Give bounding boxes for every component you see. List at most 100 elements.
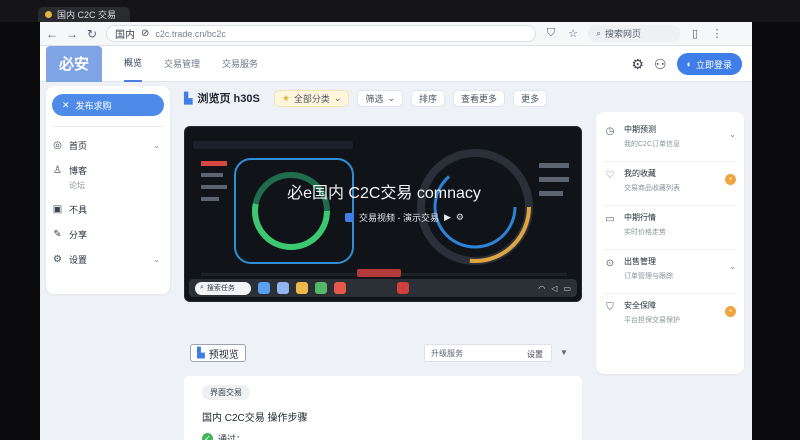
app-red-icon[interactable] [397,282,409,294]
monitor-icon: ▭ [605,214,615,225]
preview-taskbar: ⌕ 搜索任务 ◠ ◁ ▭ [189,279,577,297]
tab-trade-management[interactable]: 交易管理 [164,46,200,82]
notification-badge: • [725,306,736,317]
site-header: 必安 概览 交易管理 交易服务 ⚙ ⚇ ◐ 立即登录 [40,45,752,82]
left-sidebar: ✕ 发布求购 ◎ 首页 ⌄ ♙ 博客 论坛 ▣ 不具 ✎ 分享 ⚙ 设置 ⌄ [46,86,170,294]
reload-icon[interactable]: ↻ [86,27,98,41]
preview-icon: ▙ [197,347,205,359]
notification-badge: • [725,174,736,185]
app-maps-icon[interactable] [315,282,327,294]
status-text: 通过： [218,434,246,440]
filter-chip[interactable]: 筛选 ⌄ [357,89,404,107]
main-content: ▙ 浏览页 h30S ★ 全部分类 ⌄ 筛选 ⌄ 排序 查看更多 更多 必e国内… [184,86,588,440]
login-button[interactable]: ◐ 立即登录 [676,53,742,75]
play-icon[interactable]: ▶ [444,212,451,223]
settings-icon[interactable]: ⚙ [456,212,464,223]
divider [52,126,164,127]
panel-item-sales[interactable]: ⊙ 出售管理 订单管理与跟踪 ⌄ [604,250,736,294]
preview-controls: ▙ 预视览 升级服务 设置 ▼ [184,342,582,364]
chip-label: 筛选 [365,93,384,104]
browser-toolbar: ← → ↻ 国内 ⊘ c2c.trade.cn/bc2c ⛉ ☆ ⌕ 搜索网页 … [40,22,752,46]
sort-chip[interactable]: 排序 [411,89,446,107]
site-logo[interactable]: 必安 [46,45,102,82]
select-value: 设置 [527,350,543,359]
video-preview[interactable]: 必e国内 C2C交易 comnacy 交易视频 - 演示交易 ▶ ⚙ ⌕ 搜索任… [184,126,582,302]
panel-item-forecast[interactable]: ◷ 中期预测 我的C2C订单信息 ⌄ [604,118,736,162]
app-browser-icon[interactable] [334,282,346,294]
bookmark-icon[interactable]: ▯ [688,27,702,40]
panel-item-desc: 订单管理与跟踪 [624,273,673,280]
extra-chip[interactable]: 更多 [513,89,548,107]
more-chip[interactable]: 查看更多 [453,89,506,107]
detail-status: ✓ 通过： [202,432,564,440]
compass-icon: ◎ [53,140,62,151]
app-mail-icon[interactable] [296,282,308,294]
right-panel: ◷ 中期预测 我的C2C订单信息 ⌄ ♡ 我的收藏 交易商品收藏列表 • ▭ 中… [596,112,744,374]
window-tab[interactable]: 国内 C2C 交易 [38,7,130,22]
chevron-down-icon: ⌄ [387,92,396,103]
sidebar-item-share[interactable]: ✎ 分享 [52,228,164,241]
sidebar-item-home[interactable]: ◎ 首页 ⌄ [52,139,164,152]
sidebar-item-tools[interactable]: ▣ 不具 [52,203,164,216]
user-icon: ♙ [53,165,62,176]
user-icon[interactable]: ⚇ [654,56,667,73]
publish-label: 发布求购 [75,100,112,111]
panel-item-desc: 我的C2C订单信息 [624,141,681,148]
panel-item-security[interactable]: ⛉ 安全保障 平台担保交易保护 • [604,294,736,338]
sidebar-item-label: 不具 [69,205,88,215]
browser-window: ← → ↻ 国内 ⊘ c2c.trade.cn/bc2c ⛉ ☆ ⌕ 搜索网页 … [40,22,752,440]
taskbar-search[interactable]: ⌕ 搜索任务 [195,281,251,295]
panel-item-desc: 平台担保交易保护 [624,317,680,324]
window-tab-title: 国内 C2C 交易 [57,10,117,20]
service-select[interactable]: 升级服务 设置 [424,344,552,362]
volume-icon[interactable]: ◁ [551,284,557,293]
system-tray: ◠ ◁ ▭ [538,284,571,293]
chevron-down-icon: ⌄ [153,141,160,150]
forward-icon[interactable]: → [66,27,78,41]
app-docs-icon[interactable] [277,282,289,294]
filter-chip-all[interactable]: ★ 全部分类 ⌄ [273,89,350,107]
sidebar-item-blog[interactable]: ♙ 博客 [52,164,164,177]
login-label: 立即登录 [695,59,732,70]
app-files-icon[interactable] [258,282,270,294]
header-actions: ⚙ ⚇ ◐ 立即登录 [631,53,742,75]
edit-icon: ✎ [53,229,62,240]
address-bar[interactable]: 国内 ⊘ c2c.trade.cn/bc2c [106,25,536,42]
chevron-down-icon: ⌄ [153,255,160,264]
detail-tag[interactable]: 界面交易 [202,385,250,400]
app-icon [45,11,52,18]
sidebar-sub-label: 论坛 [69,181,85,190]
sidebar-item-label: 首页 [69,141,88,151]
chevron-down-icon[interactable]: ▼ [560,348,568,357]
back-icon[interactable]: ← [46,27,58,41]
chip-label: 全部分类 [293,93,330,104]
panel-item-favorites[interactable]: ♡ 我的收藏 交易商品收藏列表 • [604,162,736,206]
tab-overview[interactable]: 概览 [124,46,143,82]
shield-icon[interactable]: ⛉ [544,27,558,40]
browser-search[interactable]: ⌕ 搜索网页 [588,25,680,42]
preview-button-label: 预视览 [208,349,239,361]
chip-label: 查看更多 [461,93,498,104]
menu-icon[interactable]: ⋮ [710,27,724,40]
pin-icon: ⊙ [605,258,615,269]
overlay-sub-text: 交易视频 - 演示交易 [359,213,439,223]
search-placeholder: 搜索网页 [605,29,642,39]
panel-item-desc: 交易商品收藏列表 [624,185,680,192]
detail-heading: 国内 C2C交易 操作步骤 [202,413,308,424]
star-icon[interactable]: ☆ [566,27,580,40]
battery-icon[interactable]: ▭ [563,284,571,293]
heart-icon: ♡ [605,170,615,181]
panel-item-title: 我的收藏 [624,169,656,178]
panel-item-market[interactable]: ▭ 中期行情 实时价格走势 [604,206,736,250]
chip-label: 排序 [419,93,438,104]
publish-button[interactable]: ✕ 发布求购 [52,94,164,116]
preview-button[interactable]: ▙ 预视览 [190,344,246,362]
shield-icon: ⛉ [606,302,614,313]
tab-trade-services[interactable]: 交易服务 [222,46,258,82]
wifi-icon[interactable]: ◠ [538,284,545,293]
overlay-title: 必e国内 C2C交易 comnacy [287,185,481,202]
taskbar-search-text: 搜索任务 [206,285,235,292]
sidebar-item-settings[interactable]: ⚙ 设置 ⌄ [52,253,164,266]
gear-icon[interactable]: ⚙ [631,56,644,73]
url-text: c2c.trade.cn/bc2c [155,28,226,39]
